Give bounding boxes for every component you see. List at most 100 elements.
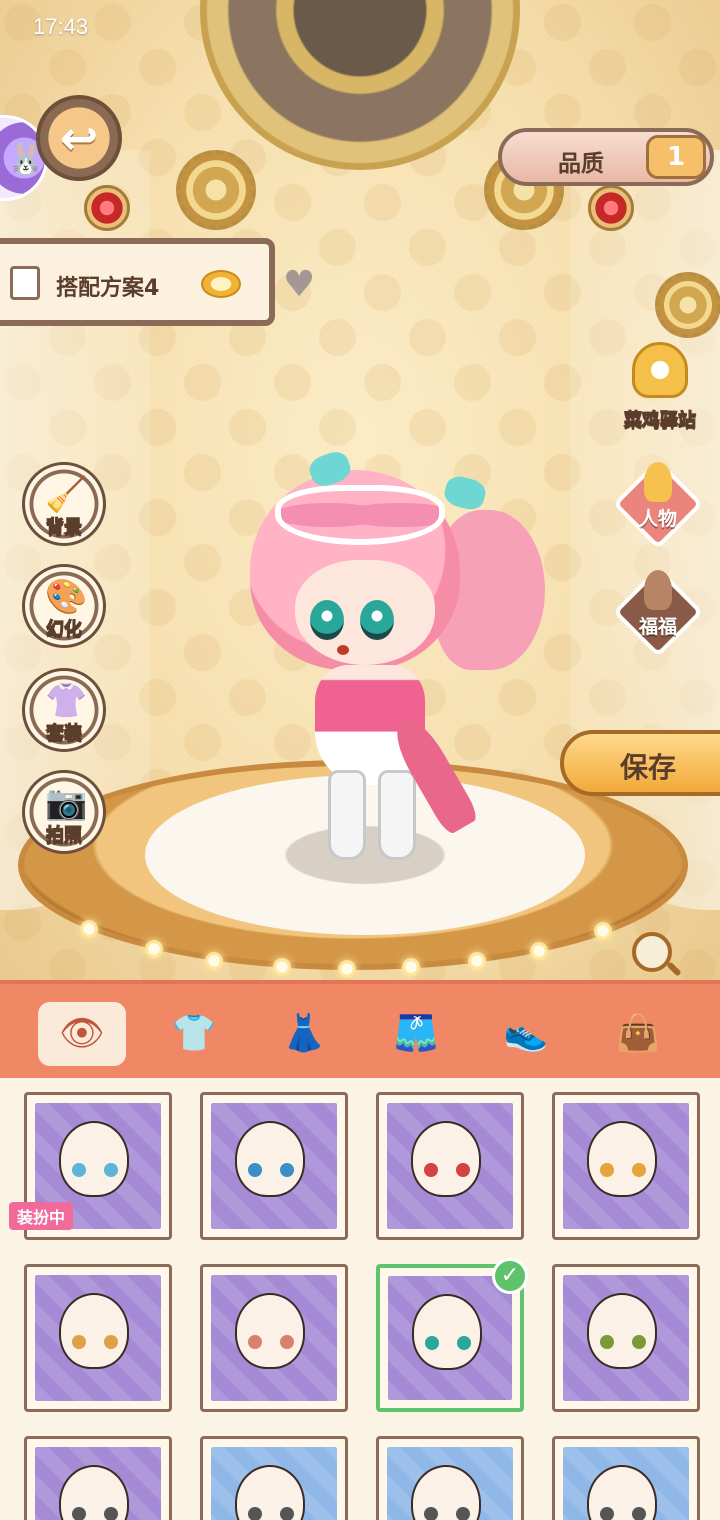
camera-icon: 📷 <box>45 783 88 823</box>
bag-icon: 👜 <box>615 1013 661 1054</box>
save-button[interactable]: 保存 <box>560 730 720 796</box>
zoom-magnifier-icon[interactable] <box>632 932 672 972</box>
face-item-card[interactable] <box>376 1436 524 1520</box>
status-time: 17:43 <box>33 14 89 39</box>
quality-switch-icon: 1 <box>646 135 706 179</box>
transform-label: 幻化 <box>46 619 83 641</box>
player-character[interactable] <box>240 448 560 880</box>
back-arrow-icon: ↩ <box>59 111 99 165</box>
tab-tops[interactable]: 👕 <box>150 1002 238 1066</box>
eye-preview <box>600 1163 646 1177</box>
eye-icon: 👁 <box>59 1013 105 1054</box>
gear-ornament-left <box>176 150 256 230</box>
palette-icon: 🎨 <box>45 577 88 617</box>
brush-icon: 🧹 <box>45 475 88 515</box>
plan-document-icon <box>10 266 40 300</box>
station-label: 菜鸡驿站 <box>624 410 697 432</box>
face-preview <box>235 1293 305 1369</box>
eye-preview <box>425 1336 471 1350</box>
outfit-plan-label: 搭配方案4 <box>56 276 160 301</box>
background-button[interactable]: 🧹 背景 <box>22 462 106 546</box>
face-item-card[interactable]: ✓ <box>376 1258 528 1412</box>
face-item-card[interactable] <box>552 1264 700 1412</box>
eye-preview <box>424 1507 470 1520</box>
outfit-plan-selector[interactable]: 搭配方案4 <box>0 238 275 326</box>
eye-preview <box>248 1335 294 1349</box>
face-preview <box>412 1294 482 1370</box>
face-item-card[interactable] <box>200 1436 348 1520</box>
face-item-card[interactable] <box>552 1092 700 1240</box>
character-boot-left <box>328 770 366 860</box>
stage-bulb <box>530 942 548 960</box>
eye-preview <box>72 1335 118 1349</box>
tab-eyes[interactable]: 👁 <box>38 1002 126 1066</box>
face-preview <box>411 1121 481 1197</box>
face-preview <box>59 1121 129 1197</box>
favorite-heart-icon[interactable]: ♥ <box>283 264 315 305</box>
save-label: 保存 <box>620 751 677 784</box>
face-preview <box>587 1121 657 1197</box>
tab-bags[interactable]: 👜 <box>594 1002 682 1066</box>
stage-bulb <box>338 960 356 978</box>
tab-bottoms[interactable]: 🩳 <box>372 1002 460 1066</box>
eye-preview <box>72 1163 118 1177</box>
face-item-card[interactable] <box>552 1436 700 1520</box>
face-preview <box>59 1293 129 1369</box>
tab-shoes[interactable]: 👟 <box>482 1002 570 1066</box>
stage-bulb <box>273 958 291 976</box>
outfit-set-button[interactable]: 👚 套装 <box>22 668 106 752</box>
bunny-silhouette-icon <box>644 570 672 610</box>
pet-mode-label: 福福 <box>638 616 677 638</box>
eye-preview <box>600 1335 646 1349</box>
eye-preview <box>600 1507 646 1520</box>
red-gem-right <box>588 185 634 231</box>
character-eye-left <box>310 600 344 640</box>
outfit-icon: 👚 <box>45 681 88 721</box>
outfit-set-label: 套装 <box>46 723 83 745</box>
character-mode-label: 人物 <box>638 508 677 530</box>
shirt-icon: 👕 <box>171 1013 217 1054</box>
transform-button[interactable]: 🎨 幻化 <box>22 564 106 648</box>
gear-ornament-far-right <box>655 272 720 338</box>
character-bow-right <box>441 473 489 513</box>
person-icon <box>644 462 672 502</box>
character-mouth <box>337 645 349 655</box>
background-label: 背景 <box>46 517 83 539</box>
eye-preview <box>72 1507 118 1520</box>
quality-label: 品质 <box>558 151 604 177</box>
item-grid: ✓ <box>0 1078 720 1520</box>
character-eye-right <box>360 600 394 640</box>
face-item-card[interactable] <box>200 1264 348 1412</box>
eye-preview <box>248 1507 294 1520</box>
red-gem-left <box>84 185 130 231</box>
plan-edit-icon[interactable] <box>201 270 241 298</box>
character-sunglasses <box>275 485 445 545</box>
station-house-icon <box>632 342 688 398</box>
shorts-icon: 🩳 <box>393 1013 439 1054</box>
face-item-card[interactable] <box>24 1436 172 1520</box>
check-icon: ✓ <box>492 1258 528 1294</box>
wearing-badge: 装扮中 <box>9 1202 74 1230</box>
dress-up-stage: 17:43 🐰 ↩ 品质 1 搭配方案4 ♥ 🧹 背景 🎨 幻化 👚 套装 📷 … <box>0 0 720 980</box>
character-boot-right <box>378 770 416 860</box>
tab-dresses[interactable]: 👗 <box>260 1002 348 1066</box>
stage-bulb <box>205 952 223 970</box>
face-item-card[interactable] <box>24 1264 172 1412</box>
photo-button[interactable]: 📷 拍照 <box>22 770 106 854</box>
dress-icon: 👗 <box>281 1013 327 1054</box>
pet-mode-button[interactable]: 福福 <box>612 566 704 658</box>
face-item-card[interactable] <box>376 1092 524 1240</box>
stage-bulb <box>80 920 98 938</box>
stage-bulb <box>145 940 163 958</box>
character-mode-button[interactable]: 人物 <box>612 458 704 550</box>
back-button[interactable]: ↩ <box>36 95 122 181</box>
photo-label: 拍照 <box>46 825 83 847</box>
station-button[interactable]: 菜鸡驿站 <box>614 342 706 432</box>
eye-preview <box>248 1163 294 1177</box>
shoes-icon: 👟 <box>503 1013 549 1054</box>
stage-bulb <box>594 922 612 940</box>
face-preview <box>587 1293 657 1369</box>
category-tab-bar: 👁 👕 👗 🩳 👟 👜 <box>0 980 720 1078</box>
face-item-card[interactable] <box>200 1092 348 1240</box>
quality-toggle-button[interactable]: 品质 1 <box>498 128 714 186</box>
